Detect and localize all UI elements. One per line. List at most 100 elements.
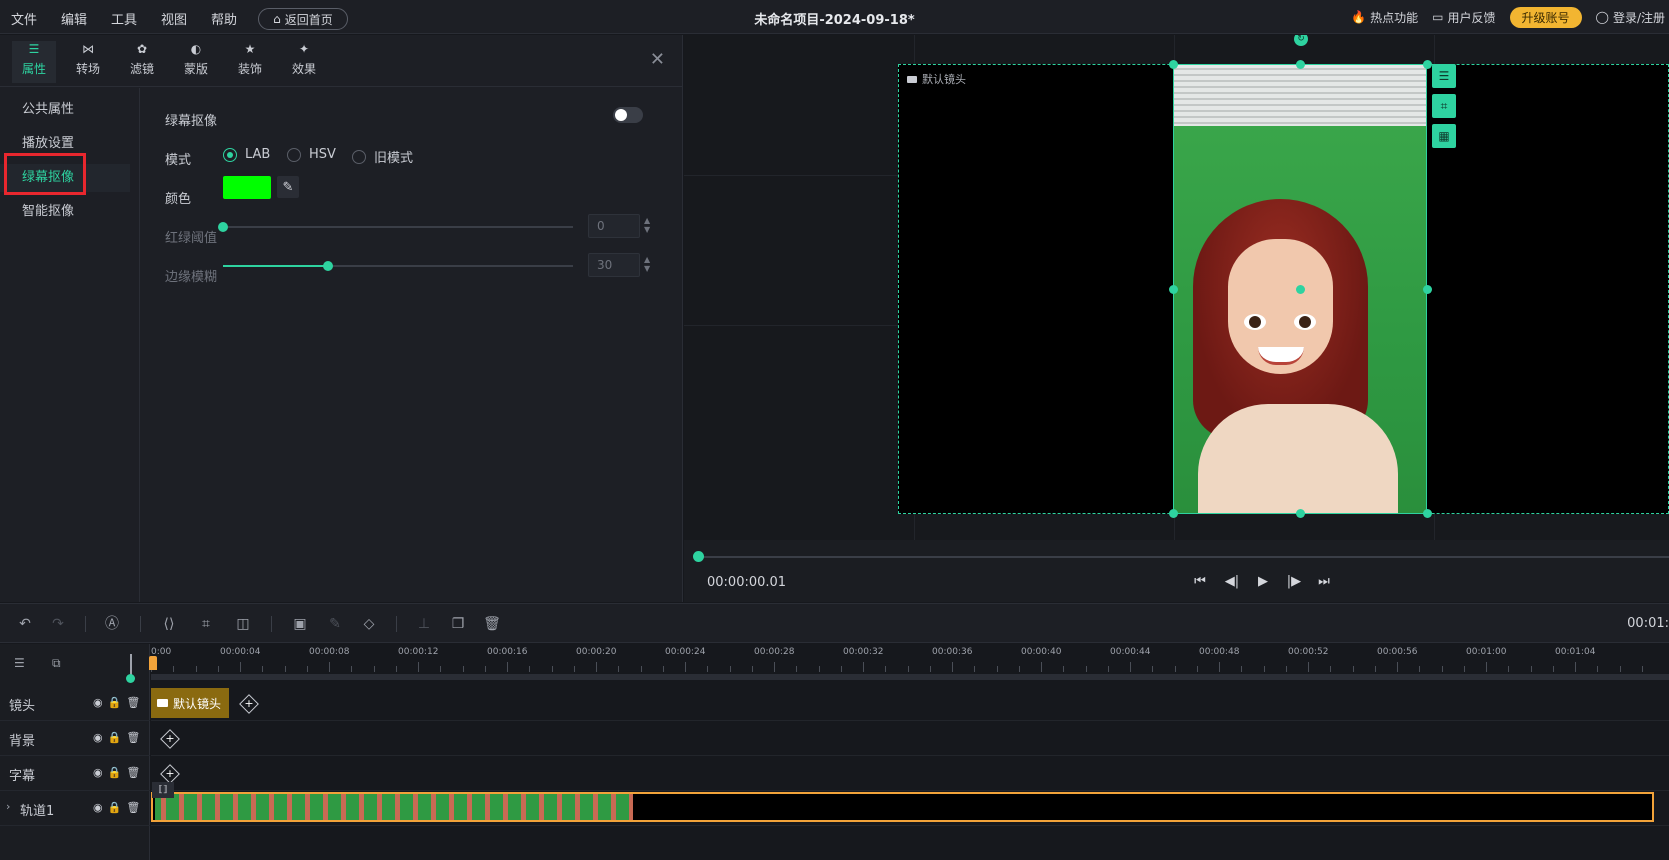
progress-track[interactable] — [698, 556, 1669, 558]
crop-icon[interactable]: ⌗ — [196, 614, 216, 634]
menu-view[interactable]: 视图 — [161, 9, 187, 28]
add-keyframe-icon[interactable]: + — [239, 694, 259, 714]
resize-handle[interactable] — [1169, 285, 1178, 294]
eye-icon[interactable]: ◉ — [93, 731, 103, 744]
tab-mask[interactable]: ◐ 蒙版 — [174, 41, 218, 83]
playback-bar: 00:00:00.01 ⏮ ◀| ▶ |▶ ⏭ — [684, 540, 1669, 602]
trash-icon[interactable]: 🗑 — [126, 696, 140, 709]
upgrade-account-button[interactable]: 升级账号 — [1509, 6, 1582, 28]
auto-icon[interactable]: Ⓐ — [102, 614, 122, 634]
split-icon[interactable]: ⟦⟧ — [152, 782, 174, 798]
pen-icon[interactable]: ✎ — [325, 614, 345, 634]
return-home-button[interactable]: ⌂ 返回首页 — [258, 8, 348, 30]
lock-icon[interactable]: 🔒 — [108, 696, 122, 709]
divider — [140, 616, 141, 632]
close-icon[interactable]: ✕ — [650, 49, 665, 70]
user-icon: ◯ — [1595, 10, 1609, 24]
align-icon[interactable]: ☰ — [1432, 64, 1456, 88]
layers-icon[interactable]: ◇ — [359, 614, 379, 634]
threshold-stepper[interactable]: ▲ ▼ — [644, 216, 650, 234]
tab-transition[interactable]: ⋈ 转场 — [66, 41, 110, 83]
resize-handle[interactable] — [1423, 60, 1432, 69]
eyedropper-icon[interactable]: ✎ — [277, 176, 299, 198]
threshold-slider[interactable] — [218, 222, 573, 232]
mode-hsv-radio[interactable]: HSV — [287, 147, 336, 162]
keyboard-icon[interactable]: ▦ — [1432, 124, 1456, 148]
menu-file[interactable]: 文件 — [11, 9, 37, 28]
eye-icon[interactable]: ◉ — [93, 696, 103, 709]
video-track — [151, 791, 1669, 826]
edge-blur-slider-knob[interactable] — [323, 261, 333, 271]
login-link[interactable]: ◯ 登录/注册 — [1596, 9, 1665, 26]
chroma-key-toggle[interactable] — [613, 107, 643, 123]
add-keyframe-icon[interactable]: + — [160, 729, 180, 749]
menu-help[interactable]: 帮助 — [211, 9, 237, 28]
tab-decoration[interactable]: ★ 装饰 — [228, 41, 272, 83]
copy-icon[interactable]: ❐ — [448, 614, 468, 634]
step-forward-icon[interactable]: |▶ — [1284, 574, 1304, 592]
skip-start-icon[interactable]: ⏮ — [1190, 574, 1210, 592]
resize-handle[interactable] — [1169, 509, 1178, 518]
lock-icon[interactable]: 🔒 — [108, 766, 122, 779]
mask-icon: ◐ — [190, 42, 202, 56]
trash-icon[interactable]: 🗑 — [126, 801, 140, 814]
anchor-handle[interactable] — [1296, 285, 1305, 294]
threshold-input[interactable]: 0 — [588, 214, 640, 238]
resize-handle[interactable] — [1423, 285, 1432, 294]
crop-icon[interactable]: ⌗ — [1432, 94, 1456, 118]
resize-handle[interactable] — [1296, 60, 1305, 69]
progress-knob[interactable] — [693, 551, 704, 562]
ruler-tick — [751, 666, 753, 672]
hot-features-link[interactable]: 🔥 热点功能 — [1351, 9, 1418, 26]
eye-icon[interactable]: ◉ — [93, 766, 103, 779]
tab-effect[interactable]: ✦ 效果 — [282, 41, 326, 83]
time-ruler[interactable]: 0:00 00:00:04 00:00:08 00:00:12 00:00:16 00:0… — [151, 644, 1669, 682]
mirror-icon[interactable]: ◫ — [233, 614, 253, 634]
feedback-link[interactable]: ▭ 用户反馈 — [1432, 9, 1495, 26]
resize-handle[interactable] — [1296, 509, 1305, 518]
nav-smart-cutout[interactable]: 智能抠像 — [0, 198, 130, 226]
menu-tools[interactable]: 工具 — [111, 9, 137, 28]
threshold-slider-knob[interactable] — [218, 222, 228, 232]
track-settings-icon[interactable]: ☰ — [14, 656, 25, 670]
camera-clip[interactable]: 默认镜头 — [151, 688, 229, 718]
play-icon[interactable]: ▶ — [1253, 574, 1273, 592]
mode-lab-radio[interactable]: LAB — [223, 147, 270, 162]
eye-icon[interactable]: ◉ — [93, 801, 103, 814]
code-icon[interactable]: ⟨⟩ — [159, 614, 179, 634]
track-header-subtitle: 字幕 ◉ 🔒 🗑 — [0, 756, 150, 791]
key-color-swatch[interactable] — [223, 176, 271, 199]
mode-legacy-radio[interactable]: 旧模式 — [352, 147, 413, 166]
add-track-icon[interactable]: ⧉ — [52, 656, 61, 671]
image-edit-icon[interactable]: ▣ — [290, 614, 310, 634]
rotate-icon[interactable]: ↻ — [1294, 35, 1308, 46]
zoom-knob[interactable] — [126, 674, 135, 683]
tab-filter[interactable]: ✿ 滤镜 — [120, 41, 164, 83]
step-back-icon[interactable]: ◀| — [1222, 574, 1242, 592]
redo-icon[interactable]: ↷ — [48, 614, 68, 634]
nav-common-properties[interactable]: 公共属性 — [0, 96, 130, 124]
tab-properties[interactable]: ☰ 属性 — [12, 41, 56, 83]
add-keyframe-icon[interactable]: + — [160, 764, 180, 784]
preview-canvas[interactable]: 默认镜头 ↻ ☰ ⌗ ▦ — [684, 35, 1669, 540]
undo-icon[interactable]: ↶ — [15, 614, 35, 634]
trash-icon[interactable]: 🗑 — [126, 731, 140, 744]
edge-blur-input[interactable]: 30 — [588, 253, 640, 277]
ruler-tick — [1419, 666, 1421, 672]
lock-icon[interactable]: 🔒 — [108, 731, 122, 744]
edge-blur-stepper[interactable]: ▲ ▼ — [644, 255, 650, 273]
menu-edit[interactable]: 编辑 — [61, 9, 87, 28]
filter-icon: ✿ — [136, 42, 148, 56]
video-clip[interactable] — [151, 792, 1654, 822]
skip-end-icon[interactable]: ⏭ — [1314, 574, 1334, 592]
resize-handle[interactable] — [1423, 509, 1432, 518]
trash-icon[interactable]: 🗑 — [126, 766, 140, 779]
playhead[interactable] — [149, 656, 157, 670]
chevron-right-icon[interactable]: › — [6, 800, 10, 813]
ruler-tick-label: 00:00:36 — [932, 647, 973, 657]
delete-icon[interactable]: 🗑 — [482, 614, 502, 634]
stamp-icon[interactable]: ⊥ — [414, 614, 434, 634]
resize-handle[interactable] — [1169, 60, 1178, 69]
edge-blur-slider[interactable] — [223, 261, 573, 271]
lock-icon[interactable]: 🔒 — [108, 801, 122, 814]
